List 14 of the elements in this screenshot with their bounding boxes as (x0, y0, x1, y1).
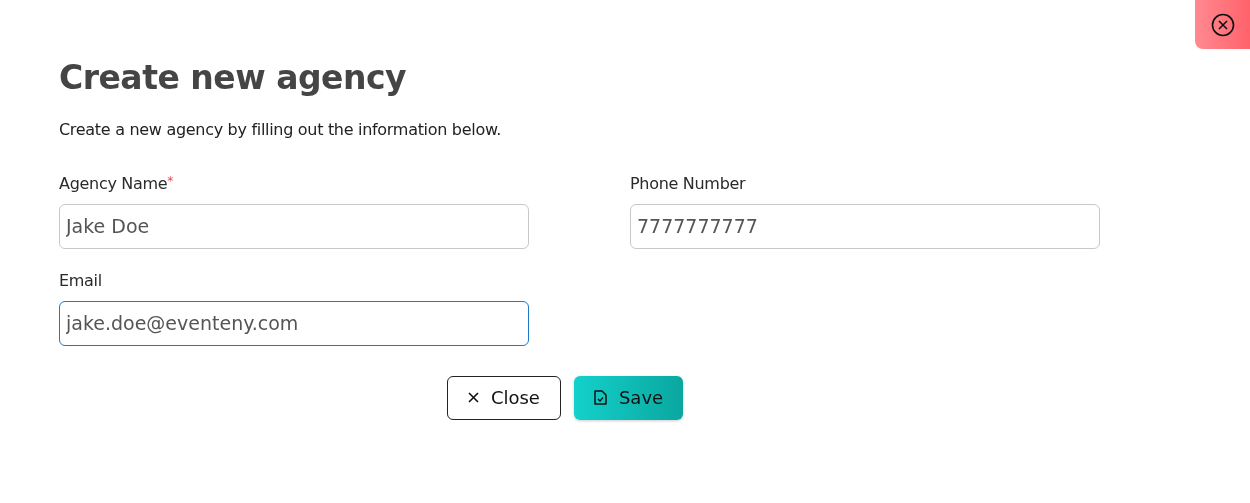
required-mark: * (167, 173, 174, 188)
close-icon (1210, 12, 1235, 37)
input-field[interactable]: 7777777777 (630, 203, 1100, 249)
field-label: Agency Name* (59, 172, 174, 195)
field-label: Phone Number (630, 172, 746, 195)
save-button[interactable]: Save (573, 375, 684, 420)
file-check-icon (593, 390, 607, 406)
dialog-description: Create a new agency by filling out the information below. (59, 118, 502, 141)
close-button[interactable]: Close (446, 375, 561, 420)
input-field[interactable]: jake.doe@eventeny.com (59, 300, 529, 346)
close-icon (467, 392, 479, 404)
close-button[interactable] (1195, 0, 1250, 49)
dialog-title: Create new agency (59, 58, 407, 98)
field-label: Email (59, 269, 102, 292)
